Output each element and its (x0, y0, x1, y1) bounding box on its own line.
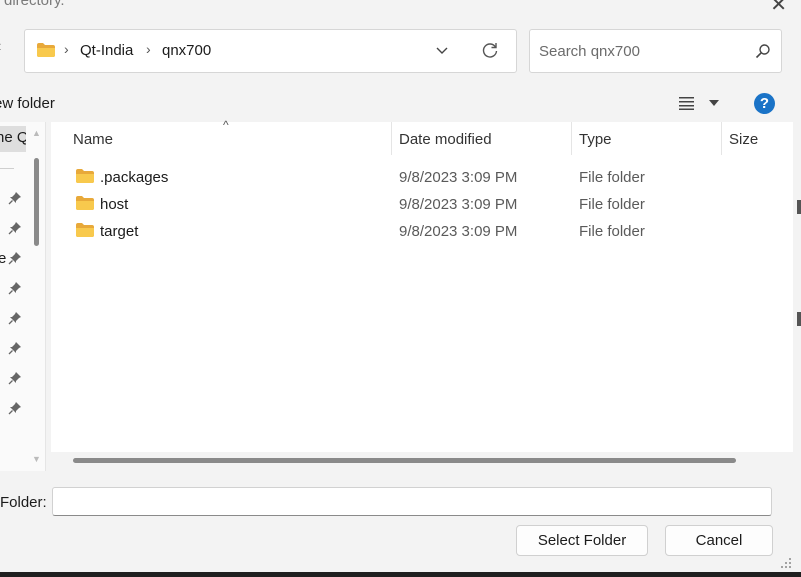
window-edge (793, 122, 801, 472)
file-row[interactable]: .packages 9/8/2023 3:09 PM File folder (52, 164, 792, 191)
file-date-modified: 9/8/2023 3:09 PM (399, 223, 518, 240)
horizontal-scrollbar-thumb[interactable] (73, 458, 736, 463)
pin-icon[interactable] (8, 371, 22, 385)
window-title: directory. (4, 0, 65, 9)
nav-item-label: ne Q (0, 129, 26, 146)
resize-grip-icon[interactable] (778, 555, 792, 569)
nav-item-partial-label: e (0, 250, 7, 267)
folder-icon (37, 43, 55, 57)
column-header-date-modified[interactable]: Date modified (399, 131, 492, 148)
nav-scrollbar-thumb[interactable] (34, 158, 39, 246)
cancel-button[interactable]: Cancel (665, 525, 773, 556)
scroll-up-arrow-icon[interactable]: ▲ (32, 128, 41, 138)
title-bar (0, 0, 801, 18)
refresh-icon[interactable] (481, 41, 499, 59)
file-date-modified: 9/8/2023 3:09 PM (399, 169, 518, 186)
column-divider[interactable] (571, 122, 572, 155)
file-type: File folder (579, 223, 645, 240)
folder-icon (76, 169, 94, 183)
pin-icon[interactable] (8, 281, 22, 295)
pin-icon[interactable] (8, 341, 22, 355)
close-icon[interactable]: ✕ (770, 0, 787, 17)
nav-divider (0, 168, 14, 169)
file-type: File folder (579, 169, 645, 186)
edge-mark (797, 200, 801, 214)
file-name: target (100, 223, 139, 240)
caret-down-icon[interactable] (709, 100, 719, 106)
breadcrumb-qnx700[interactable]: qnx700 (162, 42, 211, 59)
chevron-down-icon[interactable] (435, 43, 449, 57)
pin-icon[interactable] (8, 251, 22, 265)
back-chevron-icon[interactable]: ‹ (0, 38, 1, 56)
column-divider[interactable] (391, 122, 392, 155)
folder-field[interactable] (52, 487, 772, 516)
column-divider[interactable] (721, 122, 722, 155)
search-icon[interactable] (755, 43, 771, 59)
file-name: .packages (100, 169, 169, 186)
column-header-type[interactable]: Type (579, 131, 612, 148)
file-row[interactable]: host 9/8/2023 3:09 PM File folder (52, 191, 792, 218)
file-type: File folder (579, 196, 645, 213)
scroll-down-arrow-icon[interactable]: ▼ (32, 454, 41, 464)
folder-icon (76, 196, 94, 210)
navigation-pane (0, 122, 46, 471)
pin-icon[interactable] (8, 401, 22, 415)
pin-icon[interactable] (8, 311, 22, 325)
breadcrumb-qt-india[interactable]: Qt-India (80, 42, 133, 59)
help-icon[interactable]: ? (754, 93, 775, 114)
breadcrumb-separator: › (146, 41, 151, 57)
column-header-name[interactable]: Name (73, 131, 113, 148)
search-box[interactable]: Search qnx700 (529, 29, 782, 73)
sort-ascending-icon: ^ (223, 118, 229, 132)
file-date-modified: 9/8/2023 3:09 PM (399, 196, 518, 213)
view-options-icon[interactable] (679, 96, 695, 110)
select-folder-button[interactable]: Select Folder (516, 525, 648, 556)
column-header-size[interactable]: Size (729, 131, 758, 148)
edge-mark (797, 312, 801, 326)
pin-icon[interactable] (8, 191, 22, 205)
pin-icon[interactable] (8, 221, 22, 235)
file-row[interactable]: target 9/8/2023 3:09 PM File folder (52, 218, 792, 245)
taskbar-edge (0, 572, 801, 577)
address-bar[interactable]: › Qt-India › qnx700 (24, 29, 517, 73)
file-name: host (100, 196, 129, 213)
new-folder-button[interactable]: ew folder (0, 95, 55, 112)
search-input[interactable]: Search qnx700 (539, 43, 640, 60)
breadcrumb-separator: › (64, 41, 69, 57)
nav-item-quick-access[interactable]: ne Q (0, 126, 26, 152)
folder-icon (76, 223, 94, 237)
folder-label: Folder: (0, 494, 47, 511)
